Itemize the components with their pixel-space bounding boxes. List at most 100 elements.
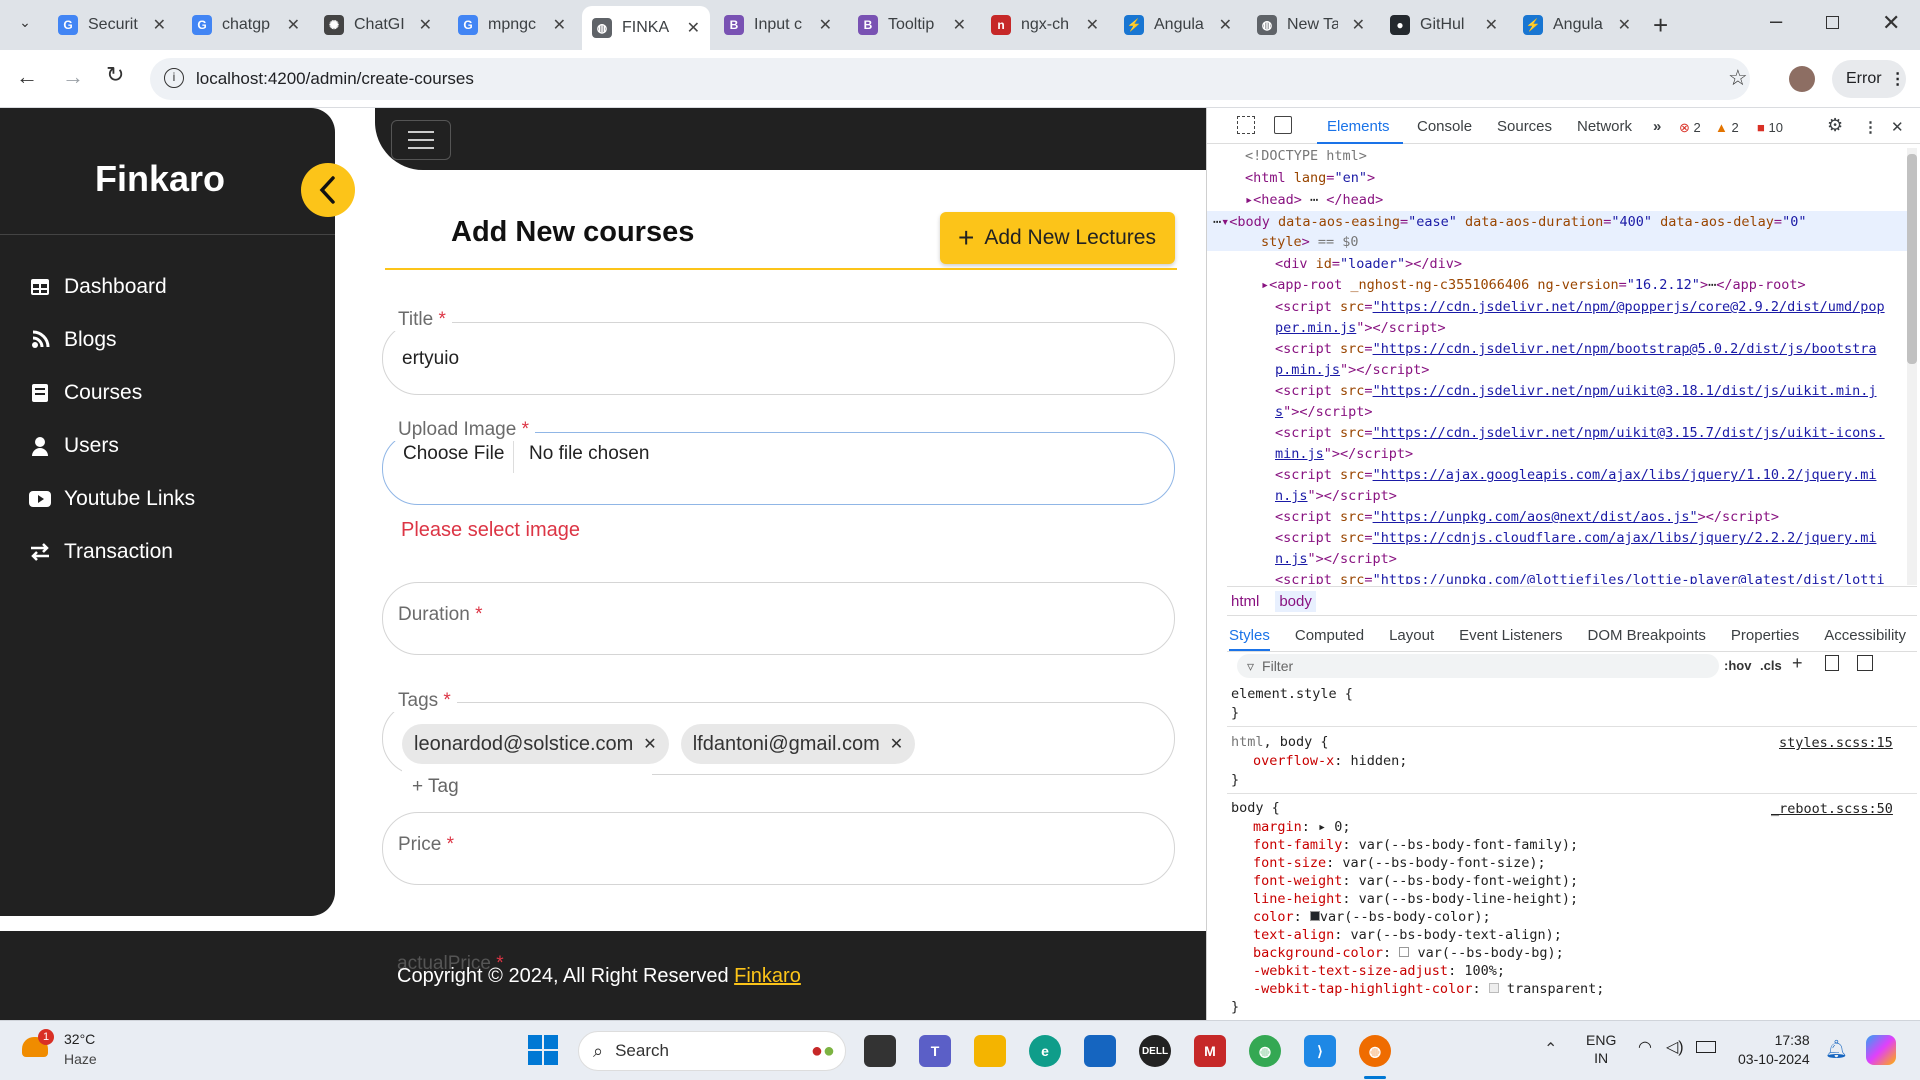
style-line-height-rule[interactable]: line-height: var(--bs-body-line-height); xyxy=(1253,891,1578,907)
remove-tag-icon[interactable]: ✕ xyxy=(890,734,903,754)
add-new-lectures-button[interactable]: + Add New Lectures xyxy=(940,212,1175,264)
teams-icon[interactable]: T xyxy=(919,1035,951,1067)
style-source-styles[interactable]: styles.scss:15 xyxy=(1779,735,1893,751)
warning-count[interactable]: ▲ 2 xyxy=(1715,120,1739,135)
vscode-icon[interactable]: ⟩ xyxy=(1304,1035,1336,1067)
browser-tab[interactable]: Gmpngc ✕ xyxy=(448,8,576,42)
notification-bell-icon[interactable]: 🔔︎ xyxy=(1825,1039,1848,1060)
dom-loader-div[interactable]: <div id="loader"></div> xyxy=(1275,256,1462,272)
sidebar-toggle-icon[interactable] xyxy=(1857,655,1873,671)
duration-field[interactable] xyxy=(382,582,1175,655)
styles-pane-tab-computed[interactable]: Computed xyxy=(1295,627,1364,644)
brand-logo[interactable]: Finkaro xyxy=(95,158,225,200)
back-icon[interactable]: ← xyxy=(16,64,38,90)
task-view-icon[interactable] xyxy=(864,1035,896,1067)
upload-image-field[interactable]: Choose File No file chosen xyxy=(382,432,1175,505)
dell-icon[interactable]: DELL xyxy=(1139,1035,1171,1067)
tray-chevron-icon[interactable]: ⌃ xyxy=(1544,1039,1557,1059)
kebab-menu-icon[interactable]: ⋮ xyxy=(1890,69,1906,89)
tab-close-icon[interactable]: ✕ xyxy=(1618,15,1631,35)
profile-error-button[interactable]: Error ⋮ xyxy=(1832,60,1906,98)
new-tab-icon[interactable]: + xyxy=(1653,10,1668,41)
edge-icon[interactable]: e xyxy=(1029,1035,1061,1067)
tab-close-icon[interactable]: ✕ xyxy=(953,15,966,35)
error-count[interactable]: ⊗ 2 xyxy=(1679,120,1701,136)
breadcrumb-body[interactable]: body xyxy=(1275,590,1316,612)
hov-toggle[interactable]: :hov xyxy=(1724,658,1751,673)
styles-pane-tab-styles[interactable]: Styles xyxy=(1229,627,1270,651)
devtools-kebab-icon[interactable]: ⋮ xyxy=(1863,118,1878,136)
sidebar-item-blogs[interactable]: Blogs xyxy=(28,322,117,358)
devtools-tab-console[interactable]: Console xyxy=(1417,118,1472,135)
cls-toggle[interactable]: .cls xyxy=(1760,658,1782,673)
dom-script-aos[interactable]: <script src="https://unpkg.com/aos@next/… xyxy=(1275,509,1779,525)
style-text-align-rule[interactable]: text-align: var(--bs-body-text-align); xyxy=(1253,927,1562,943)
forward-icon[interactable]: → xyxy=(62,64,84,90)
style-body-selector[interactable]: body { xyxy=(1231,800,1280,816)
tab-close-icon[interactable]: ✕ xyxy=(687,18,700,38)
browser-tab[interactable]: ⚡ Angula ✕ xyxy=(1513,8,1641,42)
tab-close-icon[interactable]: ✕ xyxy=(1219,15,1232,35)
browser-tab[interactable]: ◍ New Ta ✕ xyxy=(1247,8,1375,42)
dom-script-uikit-icons[interactable]: <script src="https://cdn.jsdelivr.net/np… xyxy=(1275,425,1885,441)
style-text-size-adjust-rule[interactable]: -webkit-text-size-adjust: 100%; xyxy=(1253,963,1505,979)
style-font-size-rule[interactable]: font-size: var(--bs-body-font-size); xyxy=(1253,855,1546,871)
styles-pane-tab-layout[interactable]: Layout xyxy=(1389,627,1434,644)
styles-filter-input[interactable]: ▿ Filter xyxy=(1237,654,1719,678)
clock[interactable]: 17:38 03-10-2024 xyxy=(1738,1031,1810,1069)
browser-tab[interactable]: ● GitHul ✕ xyxy=(1380,8,1508,42)
dom-script-popper[interactable]: <script src="https://cdn.jsdelivr.net/np… xyxy=(1275,299,1885,315)
tab-close-icon[interactable]: ✕ xyxy=(553,15,566,35)
new-style-rule-icon[interactable]: + xyxy=(1792,653,1803,674)
dom-script-jquery1[interactable]: <script src="https://ajax.googleapis.com… xyxy=(1275,467,1876,483)
styles-pane-tab-properties[interactable]: Properties xyxy=(1731,627,1799,644)
tab-close-icon[interactable]: ✕ xyxy=(287,15,300,35)
style-color-rule[interactable]: color: var(--bs-body-color); xyxy=(1253,909,1491,925)
devtools-tab-network[interactable]: Network xyxy=(1577,118,1632,135)
title-value[interactable]: ertyuio xyxy=(402,348,459,370)
weather-widget[interactable]: 1 32°C Haze xyxy=(22,1029,122,1073)
style-source-reboot[interactable]: _reboot.scss:50 xyxy=(1771,801,1893,817)
bookmark-star-icon[interactable]: ☆ xyxy=(1728,65,1748,91)
copilot-icon[interactable] xyxy=(1866,1035,1896,1065)
tab-close-icon[interactable]: ✕ xyxy=(1086,15,1099,35)
device-toolbar-icon[interactable] xyxy=(1274,116,1292,134)
hamburger-menu-button[interactable] xyxy=(391,120,451,160)
tab-close-icon[interactable]: ✕ xyxy=(819,15,832,35)
dom-script-jquery2[interactable]: <script src="https://cdnjs.cloudflare.co… xyxy=(1275,530,1876,546)
browser-tab[interactable]: B Input c ✕ xyxy=(714,8,842,42)
chrome-icon[interactable]: ◍ xyxy=(1249,1035,1281,1067)
url-text[interactable]: localhost:4200/admin/create-courses xyxy=(196,69,474,89)
issues-count[interactable]: ■ 10 xyxy=(1757,120,1783,135)
store-icon[interactable] xyxy=(1084,1035,1116,1067)
style-font-weight-rule[interactable]: font-weight: var(--bs-body-font-weight); xyxy=(1253,873,1578,889)
style-font-family-rule[interactable]: font-family: var(--bs-body-font-family); xyxy=(1253,837,1578,853)
tag-chip[interactable]: leonardod@solstice.com ✕ xyxy=(402,724,669,764)
title-field[interactable]: ertyuio xyxy=(382,322,1175,395)
tab-close-icon[interactable]: ✕ xyxy=(1352,15,1365,35)
taskbar-search[interactable]: ⌕ Search ●● xyxy=(578,1031,846,1071)
devtools-tab-elements[interactable]: Elements xyxy=(1327,118,1390,135)
tab-close-icon[interactable]: ✕ xyxy=(419,15,432,35)
sidebar-item-dashboard[interactable]: Dashboard xyxy=(28,269,167,305)
chrome-dev-icon[interactable]: ◍ xyxy=(1359,1035,1391,1067)
devtools-tab-sources[interactable]: Sources xyxy=(1497,118,1552,135)
file-explorer-icon[interactable] xyxy=(974,1035,1006,1067)
styles-pane-tab-event-listeners[interactable]: Event Listeners xyxy=(1459,627,1562,644)
language-indicator[interactable]: ENG IN xyxy=(1586,1031,1616,1067)
dom-doctype[interactable]: <!DOCTYPE html> xyxy=(1245,148,1367,164)
sidebar-toggle-button[interactable] xyxy=(301,163,355,217)
style-overflow-rule[interactable]: overflow-x: hidden; xyxy=(1253,753,1407,769)
tab-close-icon[interactable]: ✕ xyxy=(153,15,166,35)
browser-tab[interactable]: n ngx-ch ✕ xyxy=(981,8,1109,42)
dom-html-tag[interactable]: <html lang="en"> xyxy=(1245,170,1375,186)
sidebar-item-transaction[interactable]: Transaction xyxy=(28,534,173,570)
sidebar-item-youtube-links[interactable]: Youtube Links xyxy=(28,481,195,517)
inspect-element-icon[interactable] xyxy=(1237,116,1255,134)
avatar[interactable] xyxy=(1789,66,1815,92)
add-tag-input[interactable]: + Tag xyxy=(402,768,652,806)
sidebar-item-courses[interactable]: Courses xyxy=(28,375,142,411)
dom-app-root[interactable]: ▸<app-root _nghost-ng-c3551066406 ng-ver… xyxy=(1261,277,1806,293)
remove-tag-icon[interactable]: ✕ xyxy=(643,734,656,754)
dom-script-uikit[interactable]: <script src="https://cdn.jsdelivr.net/np… xyxy=(1275,383,1876,399)
